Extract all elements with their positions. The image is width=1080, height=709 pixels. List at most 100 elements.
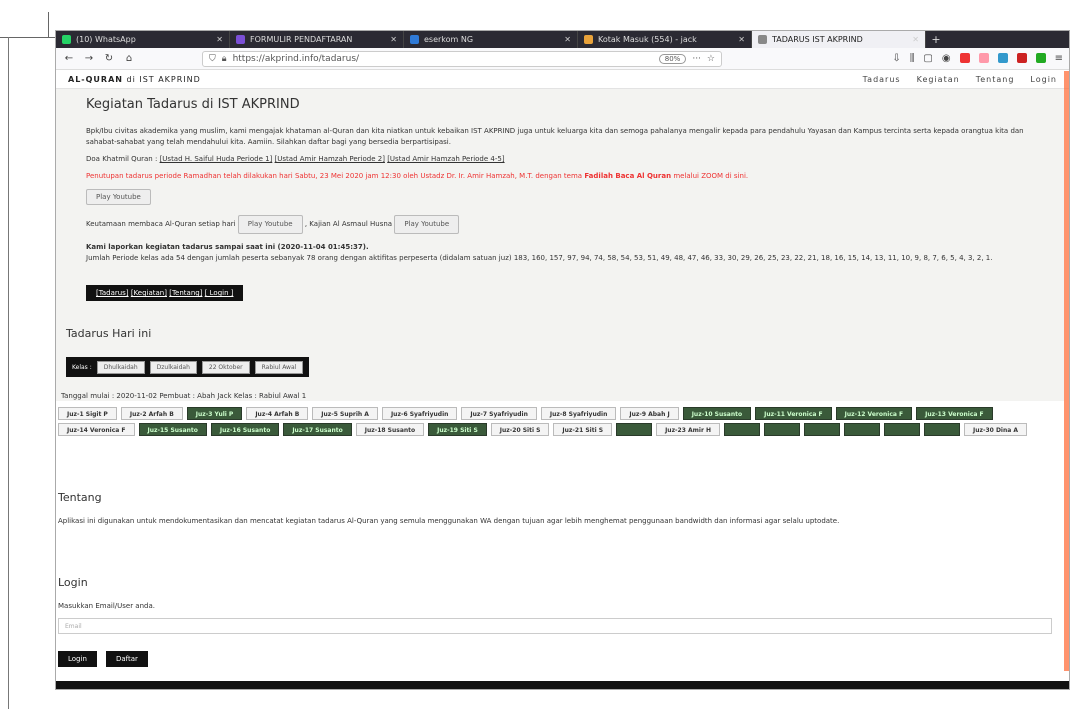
juz-button[interactable]: Juz-3 Yuli P	[186, 407, 243, 420]
juz-button[interactable]: Juz-17 Susanto	[283, 423, 352, 436]
forward-icon[interactable]: →	[82, 53, 96, 64]
extension-icon[interactable]	[959, 53, 970, 63]
play-youtube-button[interactable]: Play Youtube	[394, 215, 460, 234]
juz-button[interactable]: Juz-12 Veronica F	[835, 407, 913, 420]
juz-button[interactable]	[924, 423, 961, 436]
browser-tab[interactable]: FORMULIR PENDAFTARAN ✕	[230, 31, 404, 48]
kelas-button[interactable]: Rabiul Awal	[254, 360, 304, 374]
juz-button[interactable]: Juz-2 Arfah B	[120, 407, 183, 420]
juz-button[interactable]: Juz-5 Suprih A	[312, 407, 378, 420]
doa-link-3[interactable]: [Ustad Amir Hamzah Periode 4-5]	[387, 155, 504, 163]
juz-button[interactable]: Juz-6 Syafriyudin	[381, 407, 458, 420]
extension-icon[interactable]	[997, 53, 1008, 63]
juz-button[interactable]	[844, 423, 881, 436]
site-brand[interactable]: AL-QURAN di IST AKPRIND	[68, 75, 201, 84]
close-icon[interactable]: ✕	[390, 35, 397, 44]
juz-button[interactable]: Juz-16 Susanto	[210, 423, 280, 436]
juz-button[interactable]	[616, 423, 653, 436]
url-text: https://akprind.info/tadarus/	[232, 53, 360, 64]
juz-button[interactable]: Juz-30 Dina A	[964, 423, 1028, 436]
sidebar-icon[interactable]: ▢	[923, 53, 932, 64]
close-icon[interactable]: ✕	[216, 35, 223, 44]
account-icon[interactable]: ◉	[942, 53, 951, 64]
login-title: Login	[58, 576, 88, 589]
library-icon[interactable]: ⫼	[910, 53, 915, 64]
shield-icon: ⛉	[209, 53, 216, 64]
nav-login[interactable]: Login	[1030, 75, 1057, 84]
home-icon[interactable]: ⌂	[122, 53, 136, 64]
browser-tab[interactable]: (10) WhatsApp ✕	[56, 31, 230, 48]
zoom-badge[interactable]: 80%	[658, 53, 687, 64]
juz-button[interactable]: Juz-4 Arfah B	[246, 407, 309, 420]
web-page: AL-QURAN di IST AKPRIND Tadarus Kegiatan…	[56, 71, 1069, 689]
extension-icon[interactable]	[1016, 53, 1027, 63]
juz-button[interactable]: Juz-20 Siti S	[490, 423, 550, 436]
email-input[interactable]: Email	[58, 618, 1052, 634]
browser-tab[interactable]: TADARUS IST AKPRIND ✕	[752, 31, 926, 48]
back-icon[interactable]: ←	[62, 53, 76, 64]
bar-link-tadarus[interactable]: [Tadarus]	[96, 289, 129, 297]
juz-button[interactable]	[724, 423, 761, 436]
menu-icon[interactable]: ≡	[1055, 53, 1063, 64]
penutupan-link[interactable]: melalui ZOOM di sini.	[673, 172, 748, 180]
login-prompt: Masukkan Email/User anda.	[58, 602, 155, 610]
nav-tadarus[interactable]: Tadarus	[863, 75, 901, 84]
juz-button[interactable]: Juz-11 Veronica F	[755, 407, 832, 420]
juz-button[interactable]: Juz-14 Veronica F	[58, 423, 135, 436]
bottom-nav-bar: [Tadarus] [Kegiatan] [Tentang] [ Login ]	[86, 285, 244, 301]
juz-button[interactable]: Juz-13 Veronica F	[916, 407, 993, 420]
more-icon[interactable]: ···	[692, 54, 701, 64]
juz-button[interactable]: Juz-15 Susanto	[138, 423, 207, 436]
scrollbar[interactable]	[1064, 71, 1069, 671]
juz-button[interactable]: Juz-8 Syafriyudin	[540, 407, 617, 420]
download-icon[interactable]: ⇩	[892, 53, 900, 64]
reload-icon[interactable]: ↻	[102, 53, 116, 64]
browser-tab[interactable]: Kotak Masuk (554) - jack ✕	[578, 31, 752, 48]
kelas-button[interactable]: Dhulkaidah	[96, 360, 145, 374]
doa-link-2[interactable]: [Ustad Amir Hamzah Periode 2]	[275, 155, 385, 163]
penutupan-text: Penutupan tadarus periode Ramadhan telah…	[86, 171, 1056, 182]
juz-button[interactable]	[884, 423, 921, 436]
bar-link-kegiatan[interactable]: [Kegiatan]	[131, 289, 167, 297]
divider	[48, 12, 49, 37]
extension-icon[interactable]	[978, 53, 989, 63]
play-youtube-button[interactable]: Play Youtube	[86, 189, 151, 205]
bookmark-star-icon[interactable]: ☆	[707, 54, 715, 64]
tab-title: FORMULIR PENDAFTARAN	[250, 35, 353, 44]
juz-button[interactable]	[804, 423, 841, 436]
bar-link-login[interactable]: [ Login ]	[205, 289, 234, 297]
tab-favicon-icon	[584, 35, 593, 44]
close-icon[interactable]: ✕	[738, 35, 745, 44]
close-icon[interactable]: ✕	[912, 35, 919, 44]
tab-title: Kotak Masuk (554) - jack	[598, 35, 697, 44]
bar-link-tentang[interactable]: [Tentang]	[169, 289, 202, 297]
close-icon[interactable]: ✕	[564, 35, 571, 44]
address-bar[interactable]: ⛉ 🔒︎ https://akprind.info/tadarus/ 80% ·…	[202, 50, 722, 67]
new-tab-icon[interactable]: +	[926, 31, 946, 48]
login-button[interactable]: Login	[58, 651, 97, 667]
daftar-button[interactable]: Daftar	[105, 651, 148, 667]
extension-icon[interactable]	[1035, 53, 1046, 63]
juz-button[interactable]: Juz-23 Amir H	[656, 423, 721, 436]
lock-icon: 🔒︎	[221, 53, 227, 64]
kelas-button[interactable]: 22 Oktober	[201, 360, 250, 374]
juz-button[interactable]: Juz-21 Siti S	[553, 423, 613, 436]
doa-link-1[interactable]: [Ustad H. Saiful Huda Periode 1]	[160, 155, 273, 163]
nav-tentang[interactable]: Tentang	[976, 75, 1015, 84]
browser-tab[interactable]: eserkom NG ✕	[404, 31, 578, 48]
juz-button[interactable]: Juz-9 Abah J	[620, 407, 679, 420]
kelas-label: Kelas :	[72, 363, 92, 371]
kelas-button[interactable]: Dzulkaidah	[149, 360, 197, 374]
kelas-bar: Kelas : Dhulkaidah Dzulkaidah 22 Oktober…	[66, 357, 310, 377]
juz-button[interactable]: Juz-10 Susanto	[682, 407, 752, 420]
juz-button[interactable]	[764, 423, 801, 436]
nav-kegiatan[interactable]: Kegiatan	[917, 75, 960, 84]
navigation-toolbar: ← → ↻ ⌂ ⛉ 🔒︎ https://akprind.info/tadaru…	[56, 48, 1069, 70]
juz-button[interactable]: Juz-19 Siti S	[428, 423, 487, 436]
keutamaan-row: Keutamaan membaca Al-Quran setiap hari P…	[86, 215, 1056, 234]
juz-button[interactable]: Juz-1 Sigit P	[58, 407, 117, 420]
juz-button[interactable]: Juz-18 Susanto	[355, 423, 425, 436]
play-youtube-button[interactable]: Play Youtube	[237, 215, 303, 234]
juz-button[interactable]: Juz-7 Syafriyudin	[461, 407, 537, 420]
tanggal-info: Tanggal mulai : 2020-11-02 Pembuat : Aba…	[61, 392, 307, 400]
